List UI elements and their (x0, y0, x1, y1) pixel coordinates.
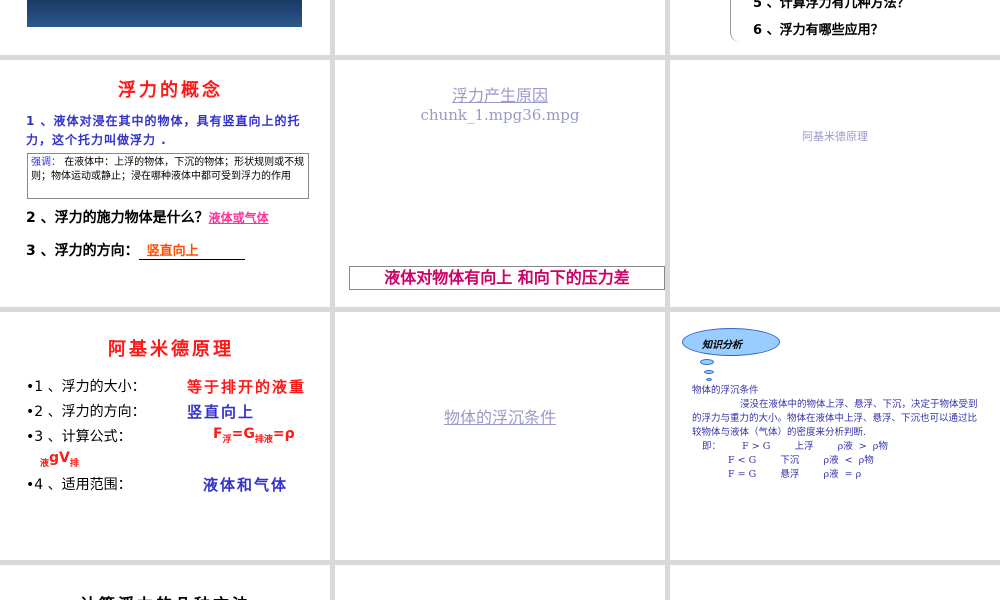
knowledge-paragraph: 浸没在液体中的物体上浮、悬浮、下沉，决定于物体受到的浮力与重力的大小。物体在液体… (692, 399, 978, 438)
emphasis-box: 强调： 在液体中：上浮的物体，下沉的物体；形状规则或不规则；物体运动或静止；浸在… (27, 153, 309, 199)
question-5: 5 、计算浮力有几种方法？ (753, 0, 910, 11)
slide-thumbnail-concept[interactable]: 浮力的概念 1 、液体对浸在其中的物体，具有竖直向上的托力，这个托力叫做浮力 .… (0, 60, 330, 307)
slide-title: 计算浮力的几种方法 (80, 591, 251, 600)
slide-thumbnail-archimedes[interactable]: 阿基米德原理 •1 、浮力的大小： 等于排开的液重 •2 、浮力的方向： 竖直向… (0, 312, 330, 560)
slide-thumbnail-archimedes-link[interactable]: 阿基米德原理 (670, 60, 1000, 307)
cause-link-title[interactable]: 浮力产生原因 (335, 82, 665, 106)
answer-2: 液体或气体 (208, 211, 269, 225)
float-sink-link[interactable]: 物体的浮沉条件 (335, 404, 665, 428)
pressure-difference-box: 液体对物体有向上 和向下的压力差 (349, 266, 665, 290)
cloud-dot-2 (704, 370, 714, 374)
answer-2: 竖直向上 (187, 403, 256, 421)
cloud-label: 知识分析 (702, 340, 742, 351)
video-link[interactable]: chunk_1.mpg36.mpg (335, 106, 665, 124)
condition-row-2: F < G 下沉 ρ液 < ρ物 (728, 455, 874, 466)
bullet-2: •2 、浮力的方向： (26, 404, 146, 420)
slide-thumbnail-cause[interactable]: 浮力产生原因 chunk_1.mpg36.mpg 液体对物体有向上 和向下的压力… (335, 60, 665, 307)
cloud-dot-1 (700, 359, 714, 365)
condition-row-3: F = G 悬浮 ρ液 = ρ (728, 469, 862, 480)
formula-line-2: 液gV排 (40, 450, 79, 469)
answer-3: 竖直向上 (138, 240, 245, 260)
cloud-dot-3 (706, 378, 712, 381)
emphasis-text: 在液体中：上浮的物体，下沉的物体；形状规则或不规则；物体运动或静止；浸在哪种液体… (31, 157, 305, 182)
formula-line-1: F浮=G排液=ρ (213, 426, 295, 445)
slide-thumbnail-methods[interactable]: 计算浮力的几种方法 (0, 565, 330, 600)
knowledge-heading: 物体的浮沉条件 (692, 385, 759, 396)
bullet-3: •3 、计算公式： (26, 429, 132, 445)
slide-title: 阿基米德原理 (108, 339, 234, 360)
slide-thumbnail-questions[interactable]: 5 、计算浮力有几种方法？ 6 、浮力有哪些应用？ (670, 0, 1000, 55)
slide-thumbnail-sea[interactable] (0, 0, 330, 55)
sea-image (27, 0, 302, 27)
question-2: 2 、浮力的施力物体是什么？液体或气体 (26, 210, 269, 226)
bullet-1: •1 、浮力的大小： (26, 379, 146, 395)
answer-4: 液体和气体 (203, 476, 289, 494)
answer-1: 等于排开的液重 (187, 378, 307, 396)
archimedes-link[interactable]: 阿基米德原理 (670, 128, 1000, 144)
slide-thumbnail-float-sink[interactable]: 物体的浮沉条件 (335, 312, 665, 560)
definition-text: 1 、液体对浸在其中的物体，具有竖直向上的托力，这个托力叫做浮力 . (26, 114, 301, 147)
slide-title: 浮力的概念 (118, 80, 223, 101)
slide-thumbnail-blank-top[interactable] (335, 0, 665, 55)
slide-thumbnail-blank-bottom[interactable] (335, 565, 665, 600)
bullet-4: •4 、适用范围： (26, 477, 132, 493)
question-6: 6 、浮力有哪些应用？ (753, 23, 884, 38)
knowledge-text: 物体的浮沉条件 浸没在液体中的物体上浮、悬浮、下沉，决定于物体受到的浮力与重力的… (692, 384, 982, 482)
slide-thumbnail-blank-bottom-right[interactable] (670, 565, 1000, 600)
condition-row-1: 即： F > G 上浮 ρ液 > ρ物 (702, 441, 888, 452)
emphasis-tag: 强调： (31, 157, 61, 168)
question-3: 3 、浮力的方向： 竖直向上 (26, 240, 245, 260)
slide-thumbnail-knowledge[interactable]: 知识分析 物体的浮沉条件 浸没在液体中的物体上浮、悬浮、下沉，决定于物体受到的浮… (670, 312, 1000, 560)
